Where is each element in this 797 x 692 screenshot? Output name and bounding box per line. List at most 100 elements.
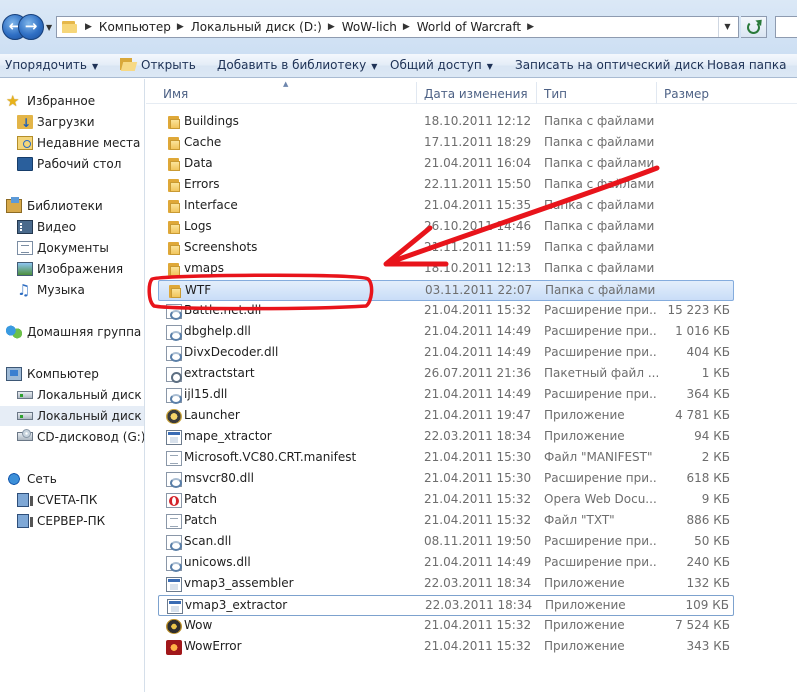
file-name: Wow (184, 618, 213, 632)
file-type: Расширение при... (544, 303, 658, 317)
nav-documents[interactable]: Документы (0, 238, 144, 258)
open-button[interactable]: Открыть (120, 54, 196, 77)
file-row[interactable]: Data 21.04.2011 16:04 Папка с файлами (158, 154, 734, 175)
file-date: 08.11.2011 19:50 (424, 534, 532, 548)
refresh-button[interactable] (741, 16, 767, 38)
burn-button[interactable]: Записать на оптический диск (515, 54, 704, 77)
breadcrumb-separator-icon[interactable]: ▶ (397, 22, 417, 32)
file-name: Interface (184, 198, 238, 212)
file-row[interactable]: Wow 21.04.2011 15:32 Приложение 7 524 КБ (158, 616, 734, 637)
column-divider[interactable] (656, 82, 657, 104)
file-row[interactable]: DivxDecoder.dll 21.04.2011 14:49 Расширени… (158, 343, 734, 364)
file-row[interactable]: Screenshots 21.11.2011 11:59 Папка с файла… (158, 238, 734, 259)
file-date: 22.03.2011 18:34 (425, 598, 533, 612)
file-row[interactable]: Interface 21.04.2011 15:35 Папка с файлами (158, 196, 734, 217)
app-icon (166, 430, 182, 445)
file-type: Папка с файлами (544, 261, 655, 275)
file-size: 50 КБ (694, 534, 730, 548)
file-row[interactable]: Logs 26.10.2011 14:46 Папка с файлами (158, 217, 734, 238)
nav-desktop[interactable]: Рабочий стол (0, 154, 144, 174)
file-row[interactable]: Errors 22.11.2011 15:50 Папка с файлами (158, 175, 734, 196)
dll-icon (166, 346, 182, 362)
column-divider[interactable] (536, 82, 537, 104)
search-input[interactable] (775, 16, 797, 38)
share-button[interactable]: Общий доступ ▼ (390, 54, 493, 77)
breadcrumb-world-of-warcraft[interactable]: World of Warcraft (417, 20, 521, 34)
file-row[interactable]: msvcr80.dll 21.04.2011 15:30 Расширение пр… (158, 469, 734, 490)
nav-drive-d[interactable]: Локальный диск (D (0, 406, 144, 426)
breadcrumb-drive-d[interactable]: Локальный диск (D:) (191, 20, 322, 34)
hard-drive-icon (17, 391, 33, 399)
nav-cd-drive[interactable]: CD-дисковод (G:) (0, 427, 144, 447)
file-name: Patch (184, 513, 217, 527)
file-row[interactable]: Microsoft.VC80.CRT.manifest 21.04.2011 15… (158, 448, 734, 469)
file-date: 21.04.2011 15:32 (424, 618, 532, 632)
file-row[interactable]: Cache 17.11.2011 18:29 Папка с файлами (158, 133, 734, 154)
nav-favorites[interactable]: ★ Избранное (0, 91, 144, 111)
new-folder-button[interactable]: Новая папка (707, 54, 786, 77)
column-date[interactable]: Дата изменения (424, 79, 528, 104)
sort-ascending-icon: ▲ (283, 80, 289, 88)
music-icon: ♫ (17, 281, 31, 299)
organize-button[interactable]: Упорядочить ▼ (5, 54, 98, 77)
nav-drive-c[interactable]: Локальный диск (C (0, 385, 144, 405)
nav-computer[interactable]: Компьютер (0, 364, 144, 384)
nav-recent-places[interactable]: Недавние места (0, 133, 144, 153)
nav-libraries[interactable]: Библиотеки (0, 196, 144, 216)
file-date: 21.04.2011 15:30 (424, 471, 532, 485)
address-history-dropdown-icon[interactable]: ▼ (718, 17, 736, 37)
breadcrumb-separator-icon[interactable]: ▶ (79, 22, 99, 32)
file-row[interactable]: dbghelp.dll 21.04.2011 14:49 Расширение пр… (158, 322, 734, 343)
file-row[interactable]: vmaps 18.10.2011 12:13 Папка с файлами (158, 259, 734, 280)
file-date: 21.04.2011 14:49 (424, 555, 532, 569)
breadcrumb-separator-icon[interactable]: ▶ (171, 22, 191, 32)
wowerror-icon (166, 640, 182, 655)
file-row[interactable]: Battle.net.dll 21.04.2011 15:32 Расширение… (158, 301, 734, 322)
address-bar[interactable]: ▶ Компьютер ▶ Локальный диск (D:) ▶ WoW-… (56, 16, 739, 38)
add-to-library-button[interactable]: Добавить в библиотеку ▼ (217, 54, 377, 77)
file-row[interactable]: Patch 21.04.2011 15:32 Opera Web Docu... 9 … (158, 490, 734, 511)
nav-pc-cveta[interactable]: CVETA-ПК (0, 490, 144, 510)
nav-homegroup[interactable]: Домашняя группа (0, 322, 144, 342)
file-name: vmap3_extractor (185, 598, 288, 612)
file-row[interactable]: WowError 21.04.2011 15:32 Приложение 343 КБ (158, 637, 734, 658)
file-date: 21.04.2011 15:30 (424, 450, 532, 464)
file-row[interactable]: Patch 21.04.2011 15:32 Файл "TXT" 886 КБ (158, 511, 734, 532)
nav-pictures[interactable]: Изображения (0, 259, 144, 279)
nav-music[interactable]: ♫ Музыка (0, 280, 144, 300)
column-divider[interactable] (416, 82, 417, 104)
nav-video[interactable]: Видео (0, 217, 144, 237)
file-row[interactable]: Scan.dll 08.11.2011 19:50 Расширение при..… (158, 532, 734, 553)
file-name: WTF (185, 283, 212, 297)
file-row[interactable]: vmap3_assembler 22.03.2011 18:34 Приложени… (158, 574, 734, 595)
breadcrumb-computer[interactable]: Компьютер (99, 20, 171, 34)
breadcrumb-wow-lich[interactable]: WoW-lich (342, 20, 397, 34)
video-icon (17, 220, 33, 234)
file-name: msvcr80.dll (184, 471, 254, 485)
network-computer-icon (17, 514, 33, 528)
folder-icon (166, 136, 182, 151)
file-row[interactable]: extractstart 26.07.2011 21:36 Пакетный фай… (158, 364, 734, 385)
forward-button[interactable]: → (18, 14, 44, 40)
file-date: 18.10.2011 12:12 (424, 114, 532, 128)
nav-network[interactable]: Сеть (0, 469, 144, 489)
recent-pages-dropdown-icon[interactable]: ▼ (46, 23, 52, 32)
file-row[interactable]: mape_xtractor 22.03.2011 18:34 Приложение 9… (158, 427, 734, 448)
file-row[interactable]: unicows.dll 21.04.2011 14:49 Расширение пр… (158, 553, 734, 574)
file-size: 364 КБ (686, 387, 730, 401)
nav-downloads[interactable]: Загрузки (0, 112, 144, 132)
file-row[interactable]: vmap3_extractor 22.03.2011 18:34 Приложени… (158, 595, 734, 616)
opera-icon (166, 493, 182, 508)
column-type[interactable]: Тип (544, 79, 567, 104)
breadcrumb-separator-icon[interactable]: ▶ (322, 22, 342, 32)
file-row[interactable]: WTF 03.11.2011 22:07 Папка с файлами (158, 280, 734, 301)
file-row[interactable]: Launcher 21.04.2011 19:47 Приложение 4 781 … (158, 406, 734, 427)
file-row[interactable]: ijl15.dll 21.04.2011 14:49 Расширение при.… (158, 385, 734, 406)
nav-pc-server[interactable]: СЕРВЕР-ПК (0, 511, 144, 531)
file-date: 21.04.2011 14:49 (424, 324, 532, 338)
breadcrumb-separator-icon[interactable]: ▶ (521, 22, 541, 32)
column-size[interactable]: Размер (664, 79, 709, 104)
column-name[interactable]: Имя (163, 79, 188, 104)
file-row[interactable]: Buildings 18.10.2011 12:12 Папка с файлами (158, 112, 734, 133)
nav-documents-label: Документы (37, 241, 109, 255)
